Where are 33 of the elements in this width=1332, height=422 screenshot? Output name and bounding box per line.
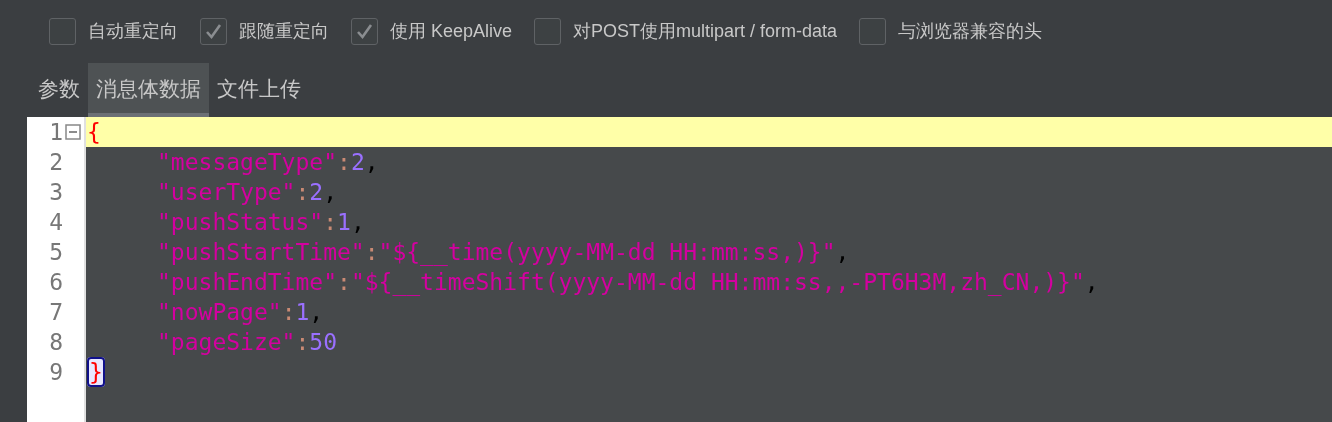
code-line: "userType":2, bbox=[156, 178, 339, 207]
code-line: "nowPage":1, bbox=[156, 298, 325, 327]
code-line: "pushStatus":1, bbox=[156, 208, 366, 237]
checkbox[interactable] bbox=[859, 17, 887, 45]
line-number: 2 bbox=[48, 148, 63, 177]
line-number: 6 bbox=[48, 268, 63, 297]
code-line: "pageSize":50 bbox=[156, 328, 339, 357]
checkbox[interactable] bbox=[534, 17, 562, 45]
collapse-icon[interactable] bbox=[65, 124, 81, 140]
checkbox-label: 对POST使用multipart / form-data bbox=[573, 19, 838, 43]
checkbox-label: 跟随重定向 bbox=[239, 19, 329, 43]
checkbox[interactable] bbox=[351, 17, 378, 45]
checkbox-label: 自动重定向 bbox=[88, 19, 178, 43]
checkbox-label: 与浏览器兼容的头 bbox=[898, 19, 1043, 43]
line-number: 4 bbox=[48, 208, 63, 237]
code-line: "pushEndTime":"${__timeShift(yyyy-MM-dd HH:mm:ss,,-PT6H3M,zh_CN,)}", bbox=[156, 268, 1100, 297]
code-line: "messageType":2, bbox=[156, 148, 380, 177]
tab[interactable]: 参数 bbox=[30, 62, 88, 117]
code-line: "pushStartTime":"${__time(yyyy-MM-dd HH:mm:ss,)}", bbox=[156, 238, 851, 267]
line-number: 9 bbox=[48, 358, 63, 387]
line-number: 8 bbox=[48, 328, 63, 357]
line-number: 5 bbox=[48, 238, 63, 267]
checkmark-icon bbox=[205, 22, 222, 40]
line-number: 7 bbox=[48, 298, 63, 327]
line-number: 3 bbox=[48, 178, 63, 207]
tab[interactable]: 消息体数据 bbox=[88, 62, 209, 117]
checkmark-icon bbox=[356, 22, 373, 40]
checkbox[interactable] bbox=[200, 17, 227, 45]
line-number: 1 bbox=[48, 118, 63, 147]
checkbox-label: 使用 KeepAlive bbox=[390, 19, 513, 43]
checkbox[interactable] bbox=[49, 17, 76, 45]
code-editor[interactable] bbox=[27, 117, 1332, 422]
tab[interactable]: 文件上传 bbox=[209, 62, 309, 117]
